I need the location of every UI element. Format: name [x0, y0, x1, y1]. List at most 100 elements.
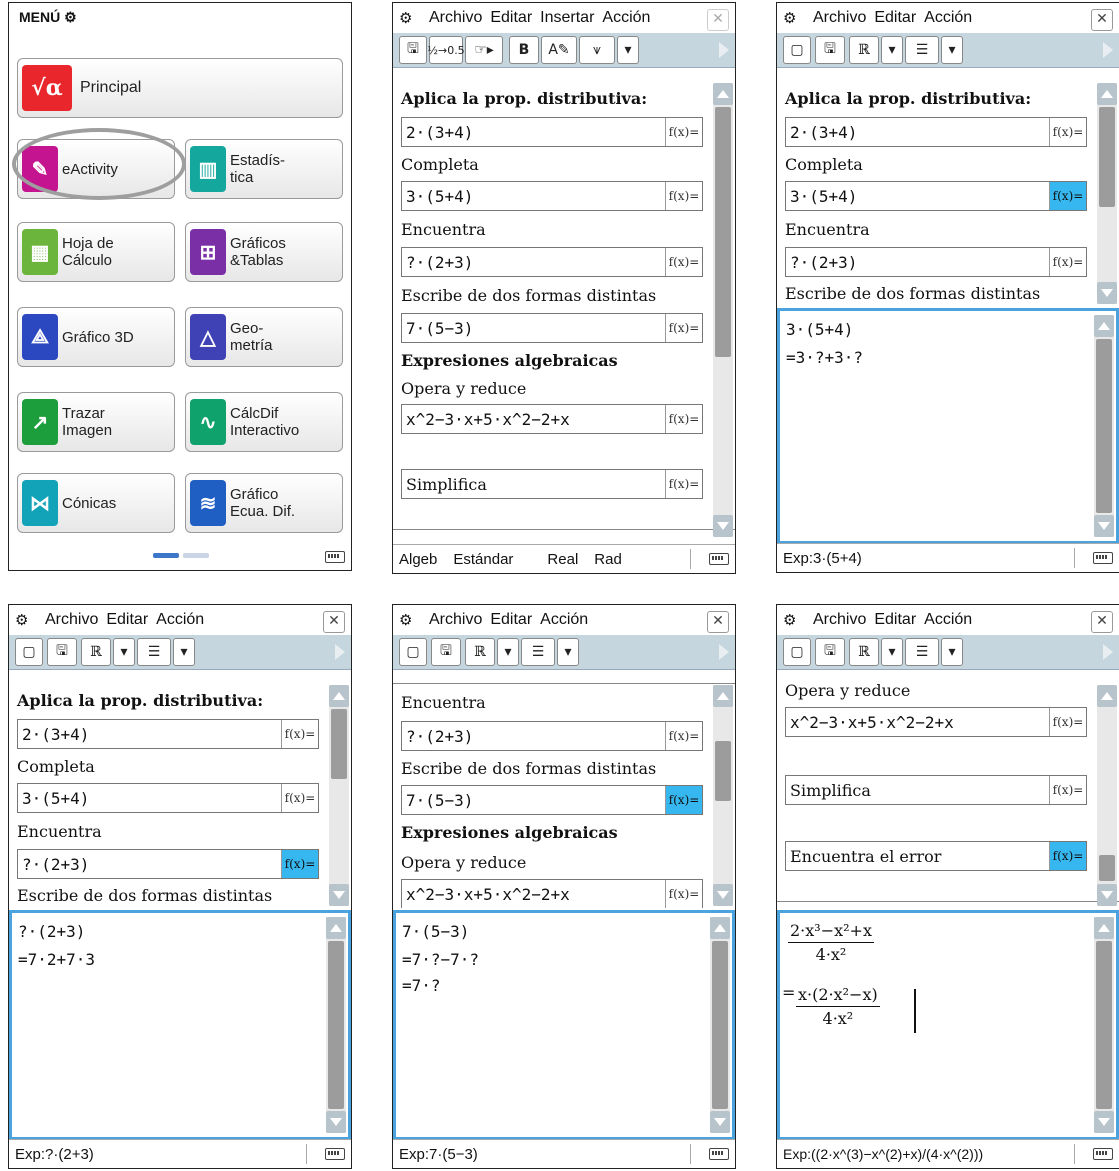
menu-archivo[interactable]: Archivo	[429, 9, 482, 27]
new-file-icon[interactable]: ▢	[783, 638, 811, 666]
menu-editar[interactable]: Editar	[106, 611, 148, 629]
new-file-icon[interactable]: ▢	[15, 638, 43, 666]
fx-button[interactable]: f(x)=	[665, 405, 702, 433]
menu-archivo[interactable]: Archivo	[45, 611, 98, 629]
scrollbar[interactable]	[710, 917, 730, 1133]
math-strip[interactable]: x^2−3·x+5·x^2−2+x f(x)=	[401, 879, 703, 908]
scrollbar[interactable]	[1094, 917, 1114, 1133]
fx-button-active[interactable]: f(x)=	[281, 850, 318, 878]
text-line[interactable]: Opera y reduce	[401, 373, 709, 403]
scroll-down-icon[interactable]	[1097, 884, 1117, 906]
app-conicas[interactable]: ⋈ Cónicas	[17, 473, 175, 533]
math-strip[interactable]: 3·(5+4) f(x)=	[17, 783, 319, 813]
chevron-down-icon[interactable]: ▾	[113, 638, 135, 666]
status-algeb[interactable]: Algeb	[399, 551, 437, 568]
scrollbar[interactable]	[329, 685, 349, 906]
gear-icon[interactable]: ⚙	[399, 611, 419, 629]
close-icon[interactable]: ✕	[1091, 611, 1113, 633]
text-line[interactable]: Aplica la prop. distributiva:	[785, 83, 1093, 113]
real-mode-icon[interactable]: ℝ	[465, 638, 495, 666]
scroll-thumb[interactable]	[1099, 855, 1115, 881]
math-strip[interactable]: ?·(2+3) f(x)=	[17, 849, 319, 879]
chevron-down-icon[interactable]: ▾	[941, 36, 963, 64]
fx-button[interactable]: f(x)=	[665, 880, 702, 908]
scrollbar[interactable]	[326, 917, 346, 1133]
toolbar-scroll-icon[interactable]	[719, 644, 729, 660]
chevron-down-icon[interactable]: ▾	[617, 36, 639, 64]
text-line[interactable]: Completa	[785, 149, 1093, 179]
fraction-input[interactable]: 2·x³−x²+x 4·x²	[788, 921, 874, 964]
scroll-thumb[interactable]	[715, 741, 731, 801]
text-line[interactable]: Completa	[401, 149, 709, 179]
real-mode-icon[interactable]: ℝ	[81, 638, 111, 666]
math-strip[interactable]: ?·(2+3) f(x)=	[785, 247, 1087, 277]
fx-button[interactable]: f(x)=	[1049, 776, 1086, 804]
calc-input[interactable]: 7·(5−3)	[402, 919, 469, 943]
scroll-thumb[interactable]	[331, 709, 347, 779]
text-line[interactable]: Encuentra	[785, 214, 1093, 244]
close-icon[interactable]: ✕	[323, 611, 345, 633]
text-line[interactable]: Expresiones algebraicas	[401, 817, 709, 847]
scroll-thumb[interactable]	[1099, 107, 1115, 207]
status-rad[interactable]: Rad	[594, 551, 622, 568]
chevron-down-icon[interactable]: ▾	[941, 638, 963, 666]
text-line[interactable]: Encuentra	[17, 816, 325, 846]
menu-accion[interactable]: Acción	[924, 9, 972, 27]
fx-button[interactable]: f(x)=	[665, 182, 702, 210]
list-icon[interactable]: ☰	[905, 638, 939, 666]
text-line[interactable]: Opera y reduce	[401, 847, 709, 877]
fx-button[interactable]: f(x)=	[665, 118, 702, 146]
app-grafico-ecua-dif[interactable]: ≋ Gráfico Ecua. Dif.	[185, 473, 343, 533]
menu-archivo[interactable]: Archivo	[813, 611, 866, 629]
gear-icon[interactable]: ⚙	[783, 9, 803, 27]
math-strip[interactable]: x^2−3·x+5·x^2−2+x f(x)=	[401, 404, 703, 434]
menu-insertar[interactable]: Insertar	[540, 9, 594, 27]
gear-icon[interactable]: ⚙	[783, 611, 803, 629]
app-calcdif-interactivo[interactable]: ∿ CálcDif Interactivo	[185, 392, 343, 452]
fx-button[interactable]: f(x)=	[665, 248, 702, 276]
real-mode-icon[interactable]: ℝ	[849, 638, 879, 666]
fx-button[interactable]: f(x)=	[665, 470, 702, 498]
fx-button[interactable]: f(x)=	[665, 314, 702, 342]
calc-work-area[interactable]: 2·x³−x²+x 4·x² = x·(2·x²−x) 4·x²	[777, 910, 1119, 1140]
toolbar-scroll-icon[interactable]	[335, 644, 345, 660]
scroll-thumb[interactable]	[715, 107, 731, 357]
scroll-up-icon[interactable]	[1097, 685, 1117, 707]
scroll-down-icon[interactable]	[1094, 1111, 1114, 1133]
list-icon[interactable]: ☰	[137, 638, 171, 666]
list-icon[interactable]: ☰	[521, 638, 555, 666]
app-eactivity[interactable]: ✎ eActivity	[17, 139, 175, 199]
scrollbar[interactable]	[1094, 315, 1114, 537]
math-strip[interactable]: 3·(5+4) f(x)=	[401, 181, 703, 211]
save-icon[interactable]: 🖫	[431, 638, 461, 666]
math-strip[interactable]: ?·(2+3) f(x)=	[401, 247, 703, 277]
fx-button[interactable]: f(x)=	[1049, 118, 1086, 146]
math-strip[interactable]: 2·(3+4) f(x)=	[401, 117, 703, 147]
menu-accion[interactable]: Acción	[924, 611, 972, 629]
scroll-down-icon[interactable]	[713, 884, 733, 906]
text-style-icon[interactable]: A✎	[541, 36, 577, 64]
scroll-up-icon[interactable]	[1097, 83, 1117, 105]
scroll-down-icon[interactable]	[713, 515, 733, 537]
math-strip[interactable]: x^2−3·x+5·x^2−2+x f(x)=	[785, 707, 1087, 737]
save-icon[interactable]: 🖫	[815, 36, 845, 64]
menu-archivo[interactable]: Archivo	[813, 9, 866, 27]
app-hoja-calculo[interactable]: ▦ Hoja de Cálculo	[17, 222, 175, 282]
calc-work-area[interactable]: ?·(2+3) =7·2+7·3	[9, 910, 351, 1140]
scroll-down-icon[interactable]	[710, 1111, 730, 1133]
fx-button-active[interactable]: f(x)=	[1049, 182, 1086, 210]
text-line[interactable]: Opera y reduce	[785, 675, 1093, 705]
menu-archivo[interactable]: Archivo	[429, 611, 482, 629]
scroll-down-icon[interactable]	[329, 884, 349, 906]
scroll-up-icon[interactable]	[1094, 315, 1114, 337]
calc-input[interactable]: ?·(2+3)	[18, 919, 85, 943]
menu-editar[interactable]: Editar	[874, 611, 916, 629]
text-line[interactable]: Completa	[17, 751, 325, 781]
save-icon[interactable]: 🖫	[815, 638, 845, 666]
real-mode-icon[interactable]: ℝ	[849, 36, 879, 64]
text-line[interactable]: Escribe de dos formas distintas	[17, 880, 325, 908]
text-line[interactable]: Aplica la prop. distributiva:	[401, 83, 709, 113]
text-line[interactable]: Aplica la prop. distributiva:	[17, 685, 325, 715]
scrollbar[interactable]	[713, 685, 733, 906]
bold-button[interactable]: B	[509, 36, 539, 64]
